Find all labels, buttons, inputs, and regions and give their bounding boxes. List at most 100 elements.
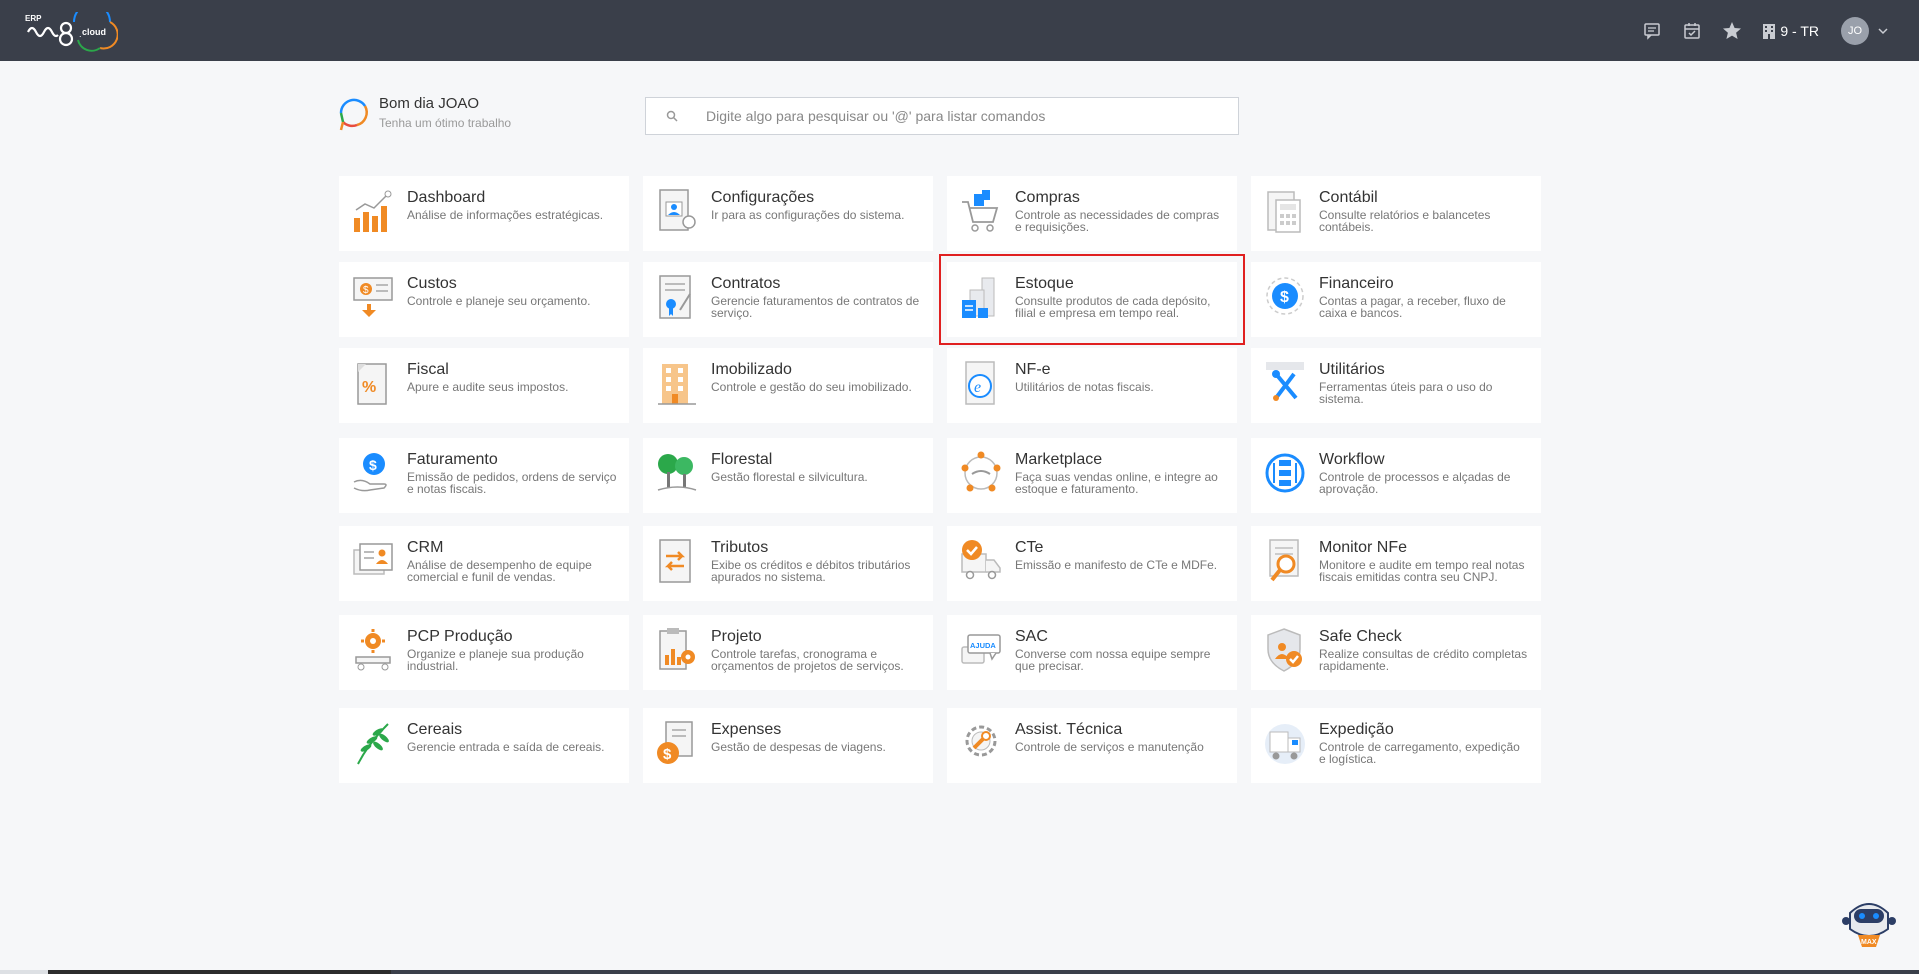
module-title: Contábil	[1319, 189, 1378, 206]
module-marketplace[interactable]: Marketplace Faça suas vendas online, e in…	[947, 438, 1237, 513]
robot-label: MAX	[1861, 939, 1877, 946]
contact-cards-icon	[353, 543, 393, 575]
project-clipboard-icon	[659, 628, 695, 670]
module-desc: Gestão de despesas de viagens.	[711, 740, 886, 754]
module-desc: Faça suas vendas online, e integre ao es…	[1015, 470, 1218, 496]
warehouse-boxes-icon	[962, 277, 995, 318]
module-title: Assist. Técnica	[1015, 721, 1123, 738]
module-title: Custos	[407, 275, 457, 292]
module-expenses[interactable]: $ Expenses Gestão de despesas de viagens.	[643, 708, 933, 783]
assistant-robot-icon[interactable]: MAX	[1840, 893, 1898, 951]
sac-badge-text: AJUDA	[970, 641, 996, 650]
module-title: Monitor NFe	[1319, 539, 1408, 556]
module-title: SAC	[1015, 628, 1048, 645]
module-utilitarios[interactable]: Utilitários Ferramentas úteis para o uso …	[1251, 348, 1541, 423]
star-icon[interactable]	[1722, 21, 1742, 41]
company-selector[interactable]: 9 - TR	[1762, 23, 1819, 39]
workflow-icon	[1265, 453, 1305, 493]
module-cte[interactable]: CTe Emissão e manifesto de CTe e MDFe.	[947, 526, 1237, 601]
percent-document-icon: %	[357, 363, 387, 405]
module-desc: Análise de informações estratégicas.	[407, 208, 604, 222]
search-box[interactable]	[645, 97, 1239, 135]
module-title: Financeiro	[1319, 275, 1394, 292]
chat-icon[interactable]	[1642, 21, 1662, 41]
module-estoque[interactable]: Estoque Consulte produtos de cada depósit…	[939, 254, 1245, 345]
shield-check-icon	[1267, 628, 1302, 672]
module-dashboard[interactable]: Dashboard Análise de informações estratég…	[339, 176, 629, 251]
module-desc: Converse com nossa equipe sempre que pre…	[1015, 647, 1211, 673]
module-title: Marketplace	[1015, 451, 1103, 468]
svg-text:%: %	[362, 379, 376, 396]
money-bill-icon: $	[353, 277, 393, 317]
module-desc: Exibe os créditos e débitos tributários …	[711, 558, 911, 584]
module-pcp-producao[interactable]: PCP Produção Organize e planeje sua produ…	[339, 615, 629, 690]
module-assist-tecnica[interactable]: Assist. Técnica Controle de serviços e ma…	[947, 708, 1237, 783]
e-document-icon: e	[965, 361, 995, 405]
module-sac[interactable]: AJUDA SAC Converse com nossa equipe sempr…	[947, 615, 1237, 690]
module-desc: Controle as necessidades de compras e re…	[1015, 208, 1220, 234]
search-input[interactable]	[706, 108, 1226, 124]
module-desc: Emissão de pedidos, ordens de serviço e …	[407, 470, 617, 496]
building-icon	[658, 364, 696, 405]
module-title: Dashboard	[407, 189, 486, 206]
module-contabil[interactable]: Contábil Consulte relatórios e balancetes…	[1251, 176, 1541, 251]
delivery-truck-icon	[1265, 724, 1305, 764]
module-configuracoes[interactable]: Configurações Ir para as configurações do…	[643, 176, 933, 251]
module-title: Estoque	[1015, 275, 1074, 292]
module-nfe[interactable]: e NF-e Utilitários de notas fiscais.	[947, 348, 1237, 423]
module-financeiro[interactable]: $ Financeiro Contas a pagar, a receber, f…	[1251, 262, 1541, 337]
module-contratos[interactable]: Contratos Gerencie faturamentos de contra…	[643, 262, 933, 337]
greeting-title: Bom dia JOAO	[379, 95, 480, 112]
module-title: Fiscal	[407, 361, 449, 378]
svg-text:$: $	[1280, 289, 1289, 306]
greeting-logo-icon	[339, 98, 368, 131]
module-desc: Controle de processos e alçadas de aprov…	[1319, 470, 1511, 496]
avatar[interactable]: JO	[1841, 16, 1869, 45]
production-gear-icon	[355, 629, 391, 671]
module-tributos[interactable]: Tributos Exibe os créditos e débitos trib…	[643, 526, 933, 601]
module-projeto[interactable]: Projeto Controle tarefas, cronograma e or…	[643, 615, 933, 690]
receipt-coin-icon: $	[657, 721, 693, 764]
module-title: Contratos	[711, 275, 781, 292]
module-faturamento[interactable]: $ Faturamento Emissão de pedidos, ordens …	[339, 438, 629, 513]
network-people-icon	[961, 451, 1001, 492]
svg-text:$: $	[363, 285, 369, 296]
greeting-subtitle: Tenha um ótimo trabalho	[379, 116, 512, 130]
module-fiscal[interactable]: % Fiscal Apure e audite seus impostos.	[339, 348, 629, 423]
module-title: CTe	[1015, 539, 1044, 556]
module-desc: Apure e audite seus impostos.	[407, 380, 569, 394]
tools-icon	[1266, 362, 1304, 401]
calendar-icon[interactable]	[1682, 21, 1702, 41]
shopping-cart-icon	[962, 190, 999, 232]
module-monitor-nfe[interactable]: Monitor NFe Monitore e audite em tempo re…	[1251, 526, 1541, 601]
module-compras[interactable]: Compras Controle as necessidades de compr…	[947, 176, 1237, 251]
bar-chart-icon	[354, 190, 392, 232]
module-florestal[interactable]: Florestal Gestão florestal e silvicultura…	[643, 438, 933, 513]
contract-icon	[659, 275, 691, 319]
greeting: Bom dia JOAO Tenha um ótimo trabalho	[337, 95, 511, 133]
module-custos[interactable]: $ Custos Controle e planeje seu orçamento…	[339, 262, 629, 337]
module-safe-check[interactable]: Safe Check Realize consultas de crédito c…	[1251, 615, 1541, 690]
search-icon	[666, 110, 678, 122]
module-cereais[interactable]: Cereais Gerencie entrada e saída de cerea…	[339, 708, 629, 783]
wheat-icon	[357, 723, 389, 765]
chevron-down-icon[interactable]	[1877, 25, 1889, 37]
module-workflow[interactable]: Workflow Controle de processos e alçadas …	[1251, 438, 1541, 513]
svg-text:e: e	[974, 379, 981, 396]
truck-check-icon	[961, 540, 1001, 580]
module-title: Faturamento	[407, 451, 498, 468]
module-title: Expedição	[1319, 721, 1394, 738]
module-title: Configurações	[711, 189, 815, 206]
module-title: PCP Produção	[407, 628, 513, 645]
module-desc: Contas a pagar, a receber, fluxo de caix…	[1319, 294, 1506, 320]
taskbar-segment	[391, 970, 1919, 974]
m8-cloud-logo[interactable]: . ERP cloud	[22, 12, 118, 52]
svg-text:$: $	[663, 746, 672, 763]
module-title: Florestal	[711, 451, 773, 468]
exchange-document-icon	[659, 539, 691, 583]
module-crm[interactable]: CRM Análise de desempenho de equipe comer…	[339, 526, 629, 601]
module-desc: Emissão e manifesto de CTe e MDFe.	[1015, 558, 1218, 572]
module-expedicao[interactable]: Expedição Controle de carregamento, exped…	[1251, 708, 1541, 783]
module-desc: Análise de desempenho de equipe comercia…	[407, 558, 592, 584]
module-imobilizado[interactable]: Imobilizado Controle e gestão do seu imob…	[643, 348, 933, 423]
